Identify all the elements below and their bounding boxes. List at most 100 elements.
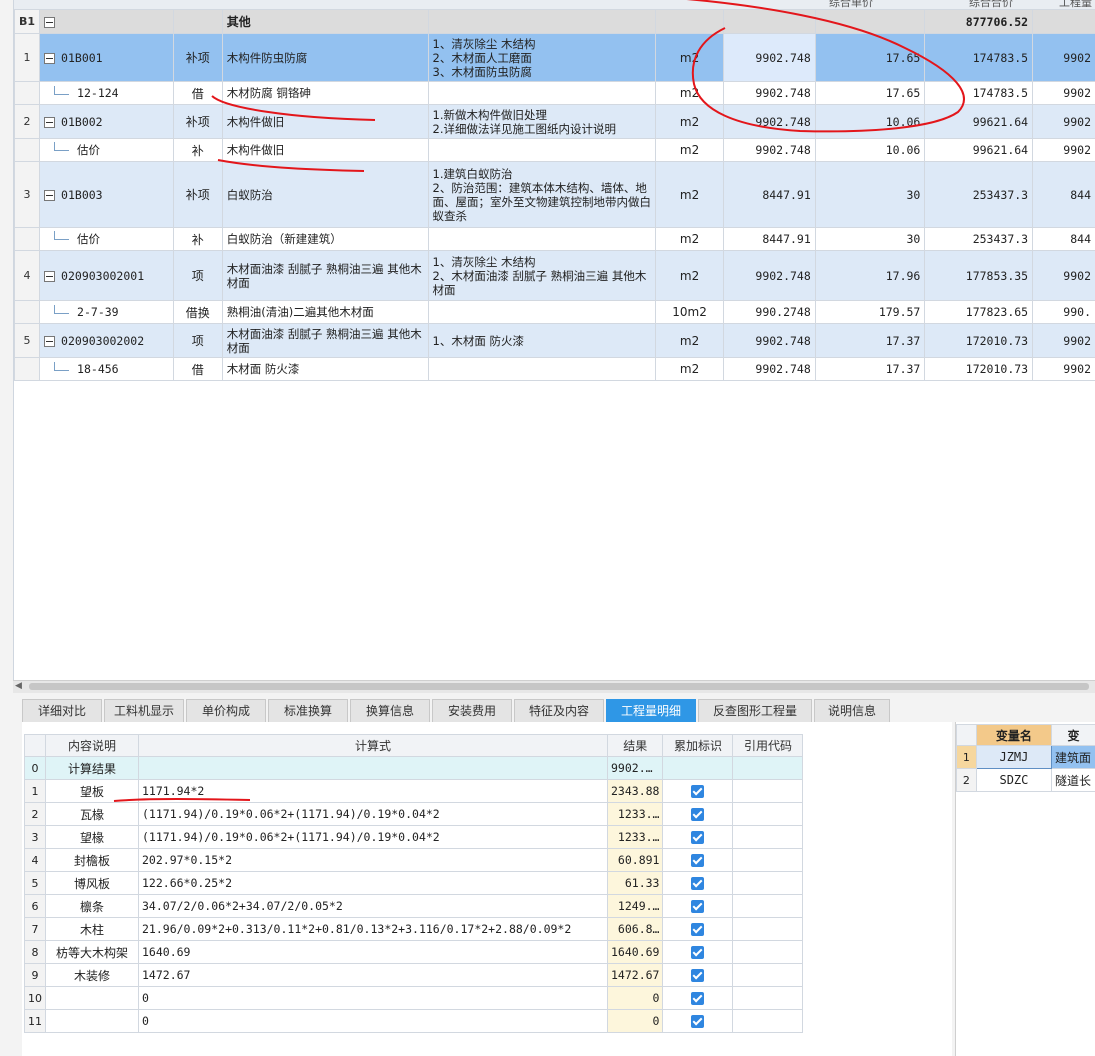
item-code[interactable]: 01B003 xyxy=(39,161,174,228)
qty-header-ref[interactable]: 引用代码 xyxy=(732,734,804,757)
item-total-price[interactable]: 172010.73 xyxy=(924,357,1034,381)
item-unit-price[interactable]: 179.57 xyxy=(814,300,926,324)
qty-row-number[interactable]: 11 xyxy=(24,1009,46,1033)
item-total-price[interactable]: 177853.35 xyxy=(924,250,1034,301)
scroll-left-icon[interactable]: ◀ xyxy=(15,681,22,691)
item-feature[interactable] xyxy=(427,357,657,381)
qty-desc[interactable]: 望椽 xyxy=(45,825,139,849)
qty-accumulate-flag[interactable] xyxy=(662,802,734,826)
item-category[interactable]: 借换 xyxy=(172,300,223,324)
qty-desc[interactable]: 望板 xyxy=(45,779,139,803)
checkbox-checked-icon[interactable] xyxy=(691,969,705,982)
item-unit-price[interactable]: 17.37 xyxy=(814,357,926,381)
item-code[interactable]: 18-456 xyxy=(39,357,174,381)
qty-result[interactable]: 1640.69 xyxy=(606,940,664,964)
checkbox-checked-icon[interactable] xyxy=(691,1015,705,1028)
qty-result[interactable]: 61.33 xyxy=(606,871,664,895)
item-total-price[interactable]: 99621.64 xyxy=(924,138,1034,162)
bill-item-row[interactable]: 3 01B003 补项 白蚁防治 1.建筑白蚁防治 2、防治范围：建筑本体木结构、墙体、地… xyxy=(13,161,1095,228)
qty-desc[interactable]: 瓦椽 xyxy=(45,802,139,826)
checkbox-checked-icon[interactable] xyxy=(691,854,705,867)
row-number[interactable]: 5 xyxy=(13,323,41,358)
collapse-icon[interactable] xyxy=(44,270,56,282)
item-category[interactable]: 项 xyxy=(172,250,223,301)
tab-10[interactable]: 说明信息 xyxy=(814,699,890,723)
checkbox-checked-icon[interactable] xyxy=(691,808,705,821)
var-row-number[interactable]: 1 xyxy=(956,745,977,769)
item-code[interactable]: 020903002002 xyxy=(39,323,174,358)
qty-ref-code[interactable] xyxy=(732,802,804,826)
qty-row[interactable]: 11 0 0 xyxy=(24,1009,804,1033)
bill-item-row[interactable]: 1 01B001 补项 木构件防虫防腐 1、清灰除尘 木结构 2、木材面人工磨面 3、木材面… xyxy=(13,33,1095,82)
item-code[interactable] xyxy=(39,9,174,34)
item-unit[interactable]: m2 xyxy=(655,104,724,139)
row-number[interactable]: 3 xyxy=(13,161,41,228)
qty-accumulate-flag[interactable] xyxy=(662,894,734,918)
item-unit-price[interactable]: 17.37 xyxy=(814,323,926,358)
collapse-icon[interactable] xyxy=(44,52,56,64)
qty-ref-code[interactable] xyxy=(732,963,804,987)
var-header-name[interactable]: 变量名 xyxy=(975,724,1053,746)
item-quantity-2[interactable]: 9902 xyxy=(1032,323,1095,358)
item-unit[interactable]: 10m2 xyxy=(655,300,724,324)
item-unit[interactable]: m2 xyxy=(655,81,724,105)
item-category[interactable]: 补项 xyxy=(172,33,223,82)
qty-desc[interactable]: 檩条 xyxy=(45,894,139,918)
item-feature[interactable]: 1、清灰除尘 木结构 2、木材面人工磨面 3、木材面防虫防腐 xyxy=(427,33,657,82)
item-feature[interactable]: 1.新做木构件做旧处理 2.详细做法详见施工图纸内设计说明 xyxy=(427,104,657,139)
item-unit[interactable]: m2 xyxy=(655,138,724,162)
qty-row-number[interactable]: 7 xyxy=(24,917,46,941)
item-quantity-2[interactable]: 9902 xyxy=(1032,33,1095,82)
item-name[interactable]: 木构件防虫防腐 xyxy=(221,33,429,82)
bill-items-grid[interactable]: 综合单价 综合合价 工程量 B1 其他 877706.52 1 01B001 补项 木构件防… xyxy=(13,0,1095,680)
qty-desc[interactable] xyxy=(45,986,139,1010)
item-total-price[interactable]: 174783.5 xyxy=(924,33,1034,82)
tab-5[interactable]: 换算信息 xyxy=(350,699,430,723)
item-total-price[interactable]: 253437.3 xyxy=(924,161,1034,228)
item-quantity-2[interactable]: 844 xyxy=(1032,161,1095,228)
item-name[interactable]: 其他 xyxy=(221,9,429,34)
sub-item-row[interactable]: 估价 补木构件做旧 m2 9902.748 10.06 99621.64 9902 xyxy=(13,138,1095,162)
item-feature[interactable] xyxy=(427,227,657,251)
item-quantity-2[interactable]: 9902 xyxy=(1032,138,1095,162)
sub-item-row[interactable]: 估价 补白蚁防治（新建建筑） m2 8447.91 30 253437.3 844 xyxy=(13,227,1095,251)
qty-row-number[interactable]: 3 xyxy=(24,825,46,849)
qty-formula[interactable]: 21.96/0.09*2+0.313/0.11*2+0.81/0.13*2+3.… xyxy=(138,917,608,941)
collapse-icon[interactable] xyxy=(44,16,56,28)
item-name[interactable]: 木材防腐 铜铬砷 xyxy=(221,81,429,105)
collapse-icon[interactable] xyxy=(44,189,56,201)
row-number[interactable]: 4 xyxy=(13,250,41,301)
item-code[interactable]: 01B002 xyxy=(39,104,174,139)
qty-row[interactable]: 5 博风板 122.66*0.25*2 61.33 xyxy=(24,871,804,895)
item-feature[interactable]: 1、清灰除尘 木结构 2、木材面油漆 刮腻子 熟桐油三遍 其他木材面 xyxy=(427,250,657,301)
tab-4[interactable]: 标准换算 xyxy=(268,699,348,723)
tab-6[interactable]: 安装费用 xyxy=(432,699,512,723)
item-quantity[interactable] xyxy=(722,9,816,34)
qty-desc[interactable]: 博风板 xyxy=(45,871,139,895)
qty-row-number[interactable]: 5 xyxy=(24,871,46,895)
qty-result[interactable]: 1233.… xyxy=(606,802,664,826)
var-name[interactable]: SDZC xyxy=(975,768,1053,792)
checkbox-checked-icon[interactable] xyxy=(691,900,705,913)
tab-9[interactable]: 反查图形工程量 xyxy=(698,699,812,723)
qty-formula[interactable]: 34.07/2/0.06*2+34.07/2/0.05*2 xyxy=(138,894,608,918)
bill-item-row[interactable]: 2 01B002 补项 木构件做旧 1.新做木构件做旧处理 2.详细做法详见施工图纸内设计… xyxy=(13,104,1095,139)
qty-formula[interactable]: 202.97*0.15*2 xyxy=(138,848,608,872)
bill-item-row[interactable]: 5 020903002002 项木材面油漆 刮腻子 熟桐油三遍 其他木材面 1、木材面… xyxy=(13,323,1095,358)
item-unit[interactable] xyxy=(655,9,724,34)
tab-3[interactable]: 单价构成 xyxy=(186,699,266,723)
row-number[interactable] xyxy=(13,138,41,162)
var-name[interactable]: JZMJ xyxy=(975,745,1053,769)
scrollbar-thumb[interactable] xyxy=(29,683,1089,690)
sub-item-row[interactable]: 12-124 借木材防腐 铜铬砷 m2 9902.748 17.65 174783.5 99… xyxy=(13,81,1095,105)
checkbox-checked-icon[interactable] xyxy=(691,785,705,798)
item-quantity-2[interactable]: 990. xyxy=(1032,300,1095,324)
qty-accumulate-flag[interactable] xyxy=(662,963,734,987)
qty-row-number[interactable]: 10 xyxy=(24,986,46,1010)
qty-formula[interactable]: 1640.69 xyxy=(138,940,608,964)
qty-accumulate-flag[interactable] xyxy=(662,917,734,941)
item-name[interactable]: 白蚁防治 xyxy=(221,161,429,228)
item-feature[interactable] xyxy=(427,300,657,324)
item-quantity[interactable]: 9902.748 xyxy=(722,138,816,162)
qty-formula[interactable]: 0 xyxy=(138,986,608,1010)
